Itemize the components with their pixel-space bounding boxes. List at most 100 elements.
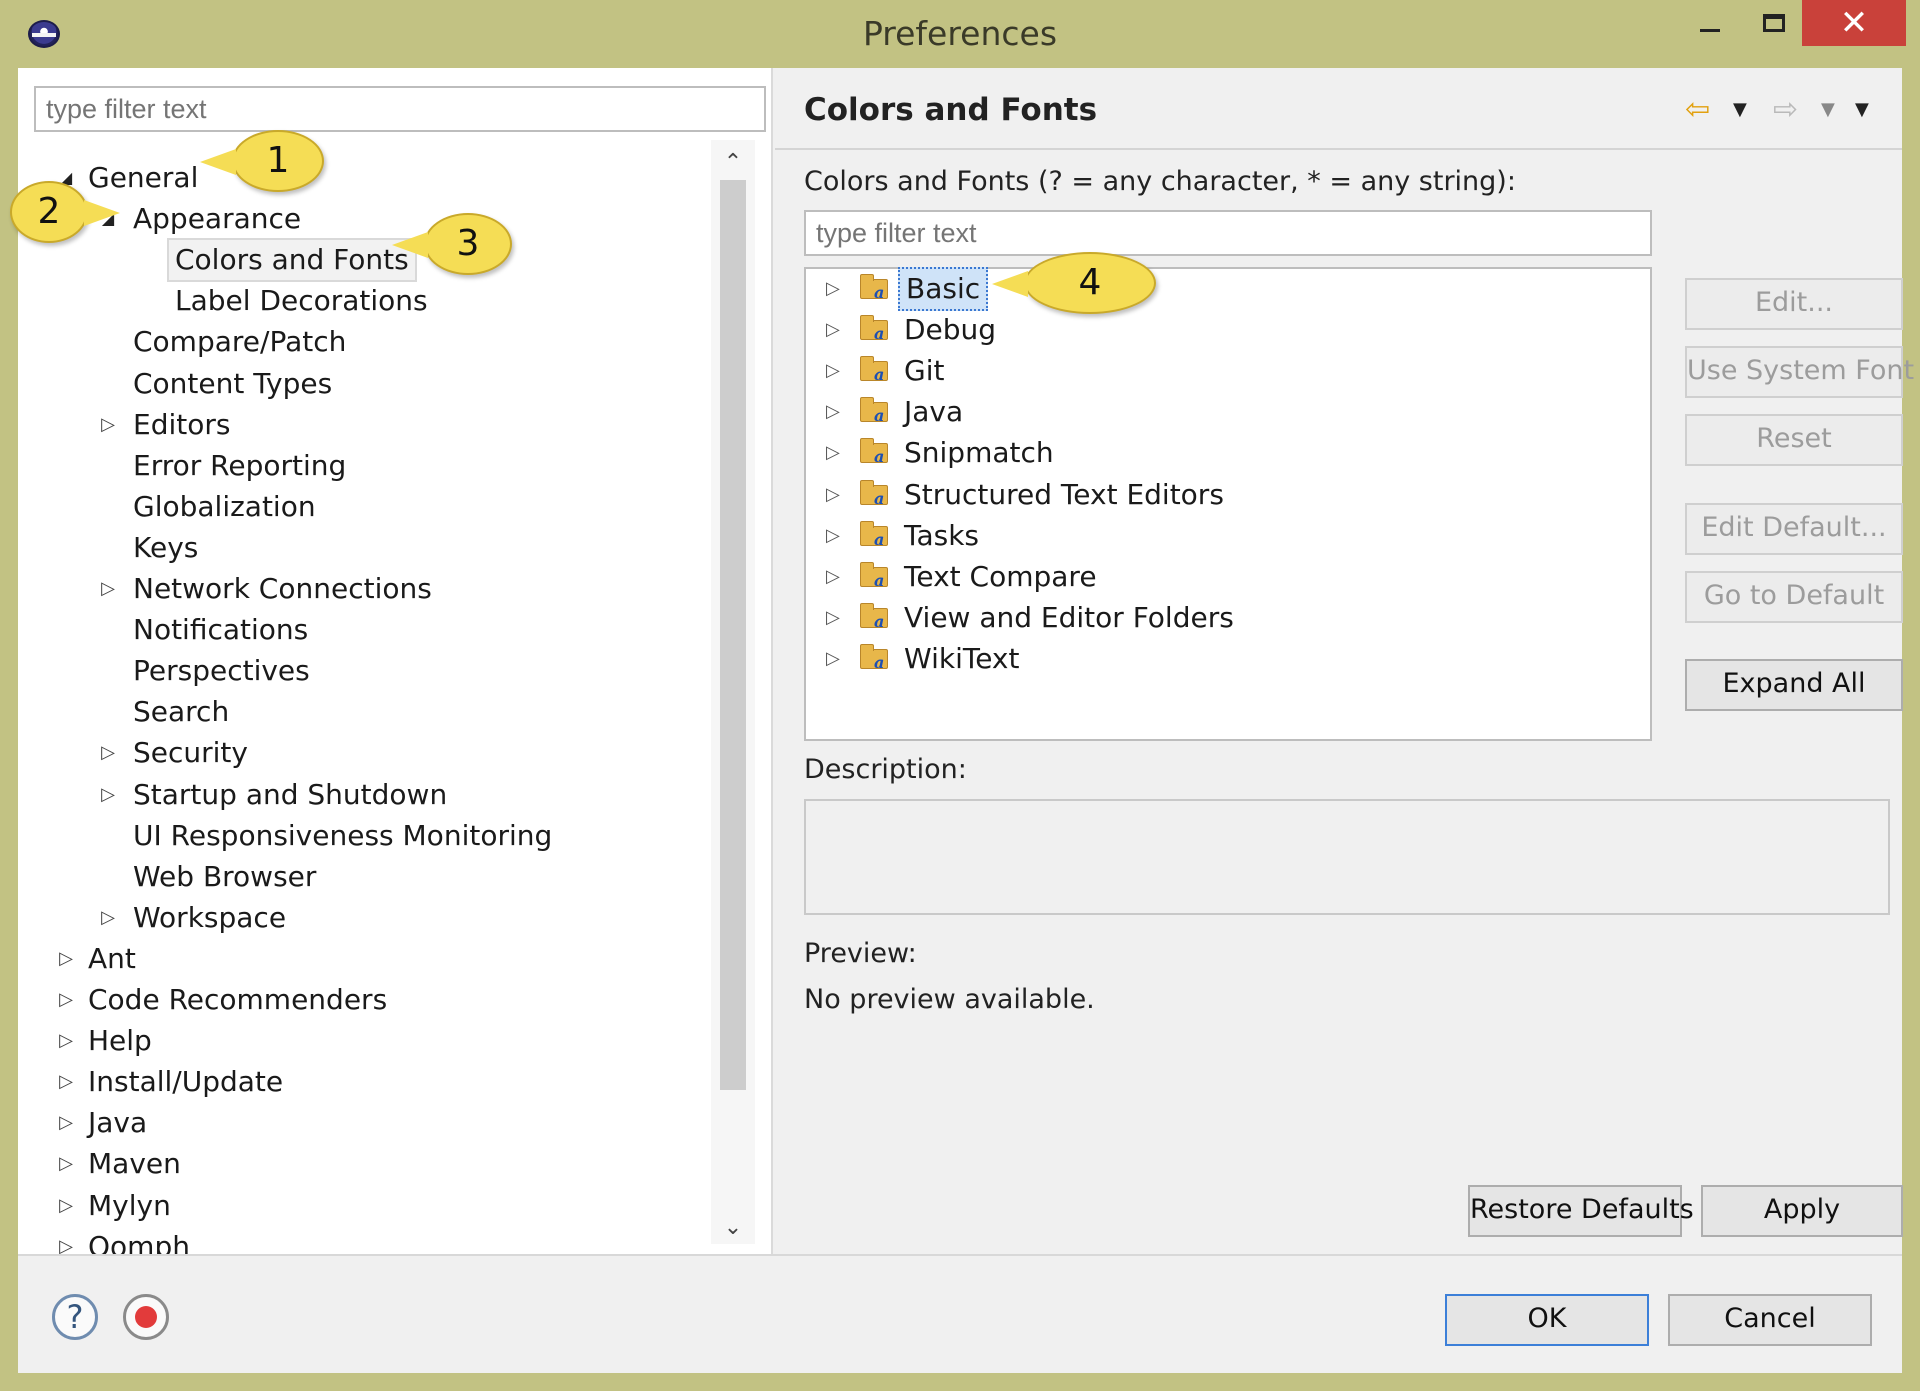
apply-button[interactable]: Apply: [1701, 1185, 1903, 1237]
collapsed-twisty-icon[interactable]: ▷: [56, 1186, 76, 1226]
reset-button[interactable]: Reset: [1685, 414, 1903, 466]
tree-item[interactable]: ▷ Install/Update: [18, 1062, 698, 1102]
tree-item[interactable]: ▷ Workspace: [18, 898, 698, 938]
category-item[interactable]: ▷ a Structured Text Editors: [806, 475, 1646, 515]
collapsed-twisty-icon[interactable]: ▷: [98, 898, 118, 938]
callout-3: 3: [392, 213, 512, 275]
view-menu-icon[interactable]: ▼: [1855, 90, 1869, 130]
category-item[interactable]: ▷ a Basic: [806, 267, 1646, 311]
collapsed-twisty-icon[interactable]: ▷: [826, 475, 844, 515]
tree-item[interactable]: Globalization: [18, 487, 698, 527]
category-item[interactable]: ▷ a Git: [806, 351, 1646, 391]
tree-item[interactable]: ▷ Ant: [18, 939, 698, 979]
collapsed-twisty-icon[interactable]: ▷: [826, 639, 844, 679]
back-dropdown-icon[interactable]: ▼: [1733, 90, 1747, 130]
tree-item[interactable]: Label Decorations: [18, 281, 698, 321]
tree-item[interactable]: ▷ Help: [18, 1021, 698, 1061]
collapsed-twisty-icon[interactable]: ▷: [98, 405, 118, 445]
tree-item[interactable]: ▷ Editors: [18, 405, 698, 445]
close-button[interactable]: ✕: [1802, 0, 1906, 46]
collapsed-twisty-icon[interactable]: ▷: [56, 1062, 76, 1102]
tree-item[interactable]: Content Types: [18, 364, 698, 404]
category-item[interactable]: ▷ a WikiText: [806, 639, 1646, 679]
collapsed-twisty-icon[interactable]: ▷: [826, 392, 844, 432]
tree-item[interactable]: ▷ Mylyn: [18, 1186, 698, 1226]
expand-all-button[interactable]: Expand All: [1685, 659, 1903, 711]
tree-item[interactable]: Notifications: [18, 610, 698, 650]
description-box: [804, 799, 1890, 915]
forward-arrow-icon[interactable]: ⇨: [1773, 90, 1798, 130]
tree-item[interactable]: ◢Appearance: [18, 199, 698, 239]
tree-item[interactable]: Web Browser: [18, 857, 698, 897]
collapsed-twisty-icon[interactable]: ▷: [826, 557, 844, 597]
collapsed-twisty-icon[interactable]: ▷: [56, 980, 76, 1020]
category-item[interactable]: ▷ a Text Compare: [806, 557, 1646, 597]
collapsed-twisty-icon[interactable]: ▷: [826, 598, 844, 638]
cancel-button[interactable]: Cancel: [1668, 1294, 1872, 1346]
collapsed-twisty-icon[interactable]: ▷: [826, 269, 844, 309]
edit-button[interactable]: Edit...: [1685, 278, 1903, 330]
category-item[interactable]: ▷ a Debug: [806, 310, 1646, 350]
tree-item[interactable]: ▷ Startup and Shutdown: [18, 775, 698, 815]
font-folder-icon: a: [860, 437, 892, 467]
window-title: Preferences: [862, 14, 1058, 53]
collapsed-twisty-icon[interactable]: ▷: [826, 351, 844, 391]
category-label: Snipmatch: [904, 436, 1054, 470]
collapsed-twisty-icon[interactable]: ▷: [826, 433, 844, 473]
category-item[interactable]: ▷ a Tasks: [806, 516, 1646, 556]
restore-defaults-button[interactable]: Restore Defaults: [1468, 1185, 1694, 1237]
tree-item[interactable]: ▷ Code Recommenders: [18, 980, 698, 1020]
tree-item[interactable]: ◢ General: [18, 158, 698, 198]
tree-item-label: Notifications: [133, 613, 309, 647]
category-item[interactable]: ▷ a Snipmatch: [806, 433, 1646, 473]
forward-dropdown-icon[interactable]: ▼: [1821, 90, 1835, 130]
scroll-thumb[interactable]: [720, 180, 746, 1090]
use-system-font-button[interactable]: Use System Font: [1685, 346, 1914, 398]
tree-item[interactable]: Keys: [18, 528, 698, 568]
tree-item-label: Help: [88, 1024, 152, 1058]
callout-1: 1: [200, 130, 324, 192]
preview-label: Preview:: [804, 938, 917, 969]
minimize-icon: [1700, 29, 1720, 32]
collapsed-twisty-icon[interactable]: ▷: [98, 569, 118, 609]
tree-item[interactable]: Search: [18, 692, 698, 732]
record-icon[interactable]: [123, 1294, 169, 1340]
tree-item[interactable]: Perspectives: [18, 651, 698, 691]
collapsed-twisty-icon[interactable]: ▷: [826, 310, 844, 350]
collapsed-twisty-icon[interactable]: ▷: [98, 775, 118, 815]
category-item[interactable]: ▷ a View and Editor Folders: [806, 598, 1646, 638]
minimize-button[interactable]: [1680, 0, 1740, 46]
preferences-window: Preferences ✕ ◢General◢AppearanceColors …: [0, 0, 1920, 1391]
collapsed-twisty-icon[interactable]: ▷: [56, 939, 76, 979]
tree-item[interactable]: ▷ Maven: [18, 1144, 698, 1184]
tree-item-label: Search: [133, 695, 230, 729]
collapsed-twisty-icon[interactable]: ▷: [56, 1144, 76, 1184]
collapsed-twisty-icon[interactable]: ▷: [56, 1021, 76, 1061]
go-to-default-button[interactable]: Go to Default: [1685, 571, 1903, 623]
tree-item[interactable]: ▷ Network Connections: [18, 569, 698, 609]
back-arrow-icon[interactable]: ⇦: [1685, 90, 1710, 130]
collapsed-twisty-icon[interactable]: ▷: [56, 1103, 76, 1143]
ok-button[interactable]: OK: [1445, 1294, 1649, 1346]
nav-scrollbar[interactable]: ⌃ ⌄: [711, 140, 755, 1244]
nav-filter-input[interactable]: [34, 86, 766, 132]
dialog-footer: ? OK Cancel: [18, 1254, 1902, 1373]
edit-default-button[interactable]: Edit Default...: [1685, 503, 1903, 555]
colors-filter-input[interactable]: [804, 210, 1652, 256]
scroll-down-icon[interactable]: ⌄: [711, 1215, 755, 1240]
tree-item[interactable]: Colors and Fonts: [18, 238, 698, 283]
tree-item[interactable]: Compare/Patch: [18, 322, 698, 362]
tree-item[interactable]: ▷ Java: [18, 1103, 698, 1143]
collapsed-twisty-icon[interactable]: ▷: [98, 733, 118, 773]
collapsed-twisty-icon[interactable]: ▷: [826, 516, 844, 556]
tree-item[interactable]: Error Reporting: [18, 446, 698, 486]
tree-item[interactable]: UI Responsiveness Monitoring: [18, 816, 698, 856]
category-item[interactable]: ▷ a Java: [806, 392, 1646, 432]
help-icon[interactable]: ?: [52, 1294, 98, 1340]
tree-item-label: Perspectives: [133, 654, 310, 688]
category-label: Debug: [904, 313, 997, 347]
scroll-up-icon[interactable]: ⌃: [711, 150, 755, 175]
tree-item[interactable]: ▷ Security: [18, 733, 698, 773]
maximize-button[interactable]: [1744, 0, 1804, 46]
title-bar[interactable]: Preferences ✕: [0, 0, 1920, 68]
